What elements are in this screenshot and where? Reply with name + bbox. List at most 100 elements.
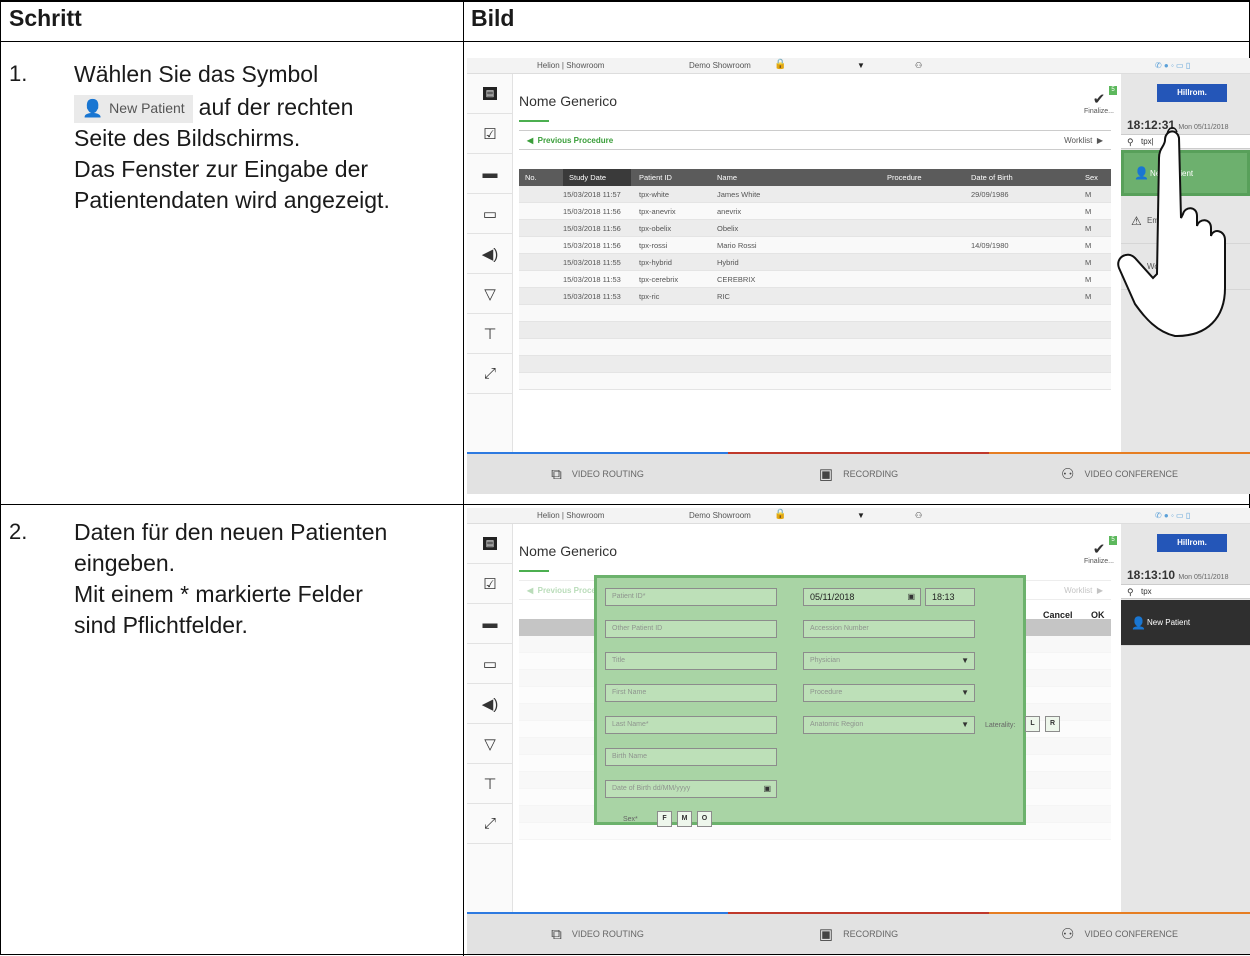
cancel-button[interactable]: Cancel [1043,610,1073,620]
other-patient-id-field[interactable]: Other Patient ID [605,620,777,638]
video-routing-tab[interactable]: ⧉ VIDEO ROUTING [467,912,728,954]
sex-o-button[interactable]: O [697,811,712,827]
video-conference-tab[interactable]: ⚇ VIDEO CONFERENCE [989,912,1250,954]
table-cell: Mario Rossi [717,241,757,250]
sex-m-button[interactable]: M [677,811,692,827]
new-patient-button[interactable]: 👤New Patient [1121,600,1250,646]
table-cell: tpx-white [639,190,670,199]
ok-button[interactable]: OK [1091,610,1105,620]
worklist-nav-bar: ◀ Previous Procedure Worklist ▶ [519,130,1111,150]
screenshot-worklist: Helion | Showroom Demo Showroom 🔒 ▼ ⚇ ✆ … [467,58,1250,494]
patient-card-icon[interactable]: ▤ [467,74,513,114]
table-row[interactable]: 15/03/2018 11:56 tpx-anevrix anevrix M [519,203,1111,220]
video-conference-tab[interactable]: ⚇ VIDEO CONFERENCE [989,452,1250,494]
laterality-r-button[interactable]: R [1045,716,1060,732]
table-row[interactable] [519,322,1111,339]
column-header[interactable]: Date of Birth [971,173,1013,182]
chevron-down-icon: ▼ [961,688,969,697]
recording-tab[interactable]: ▣ RECORDING [728,912,989,954]
date-field[interactable]: 05/11/2018 ▣ [803,588,921,606]
video-routing-tab[interactable]: ⧉ VIDEO ROUTING [467,452,728,494]
checklist-icon[interactable]: ☑ [467,114,513,154]
expand-icon[interactable]: ⤢ [467,804,513,844]
anatomic-region-select[interactable]: Anatomic Region ▼ [803,716,975,734]
chevron-down-icon[interactable]: ▼ [857,511,865,520]
sex-label: Sex* [623,816,638,823]
column-header[interactable]: Sex [1085,173,1098,182]
date-of-birth-field[interactable]: Date of Birth dd/MM/yyyy ▣ [605,780,777,798]
surgical-light-icon[interactable]: ▽ [467,274,513,314]
title-field[interactable]: Title [605,652,777,670]
table-cell: 29/09/1986 [971,190,1009,199]
date-value: 05/11/2018 [810,592,855,602]
worklist-table: No. Study Date Patient ID Name Procedure… [519,169,1111,390]
speaker-icon[interactable]: ◀) [467,234,513,274]
table-row[interactable]: 15/03/2018 11:53 tpx-ric RIC M [519,288,1111,305]
table-row[interactable] [519,823,1111,840]
step-text-line: Daten für den neuen Patienten [74,519,388,545]
previous-procedure-link[interactable]: ◀ Previous Procedure [527,136,613,145]
expand-icon[interactable]: ⤢ [467,354,513,394]
chevron-down-icon[interactable]: ▼ [857,61,865,70]
table-cell: 15/03/2018 11:53 [563,292,621,301]
step-text-line: Seite des Bildschirms. [74,125,301,151]
date-of-birth-placeholder: Date of Birth dd/MM/yyyy [612,785,691,792]
table-icon[interactable]: ⊤ [467,314,513,354]
column-header[interactable]: Name [717,173,737,182]
patient-card-icon[interactable]: ▤ [467,524,513,564]
table-cell: 15/03/2018 11:55 [563,258,621,267]
time-field[interactable]: 18:13 [925,588,975,606]
column-header[interactable]: Procedure [887,173,922,182]
table-icon[interactable]: ⊤ [467,764,513,804]
checklist-icon[interactable]: ☑ [467,564,513,604]
table-cell: tpx-rossi [639,241,668,250]
recording-tab[interactable]: ▣ RECORDING [728,452,989,494]
last-name-field[interactable]: Last Name* [605,716,777,734]
table-row[interactable]: 15/03/2018 11:55 tpx-hybrid Hybrid M [519,254,1111,271]
column-header[interactable]: Patient ID [639,173,672,182]
row-divider [1,504,1250,505]
hillrom-logo: Hillrom. [1157,84,1227,102]
column-header[interactable]: No. [525,173,537,182]
accession-number-field[interactable]: Accession Number [803,620,975,638]
speaker-icon[interactable]: ◀) [467,684,513,724]
left-sidebar: ▤ ☑ ▬ ▭ ◀) ▽ ⊤ ⤢ [467,524,513,912]
sex-f-button[interactable]: F [657,811,672,827]
table-row[interactable]: 15/03/2018 11:53 tpx-cerebrix CEREBRIX M [519,271,1111,288]
physician-select[interactable]: Physician ▼ [803,652,975,670]
patient-id-field[interactable]: Patient ID* [605,588,777,606]
birth-name-field[interactable]: Birth Name [605,748,777,766]
lock-icon[interactable]: 🔒 [774,59,786,70]
table-row[interactable]: 15/03/2018 11:56 tpx-rossi Mario Rossi 14/0… [519,237,1111,254]
step-text-line: Wählen Sie das Symbol [74,61,319,87]
procedure-select[interactable]: Procedure ▼ [803,684,975,702]
search-input[interactable]: ⚲ tpx [1121,584,1250,599]
table-row[interactable] [519,373,1111,390]
table-row[interactable]: 15/03/2018 11:57 tpx-white James White 29/0… [519,186,1111,203]
monitor-icon[interactable]: ▭ [467,194,513,234]
surgical-light-icon[interactable]: ▽ [467,724,513,764]
table-row[interactable] [519,305,1111,322]
calendar-icon[interactable]: ▣ [907,592,915,601]
laterality-l-button[interactable]: L [1025,716,1040,732]
column-header[interactable]: Study Date [563,169,631,186]
recording-label: RECORDING [843,469,899,479]
stack-icon[interactable]: ▬ [467,154,513,194]
table-cell: tpx-anevrix [639,207,676,216]
lock-icon[interactable]: 🔒 [774,509,786,520]
monitor-icon[interactable]: ▭ [467,644,513,684]
network-icon[interactable]: ⚇ [915,61,922,70]
stack-icon[interactable]: ▬ [467,604,513,644]
room-label: Demo Showroom [689,61,751,70]
video-conference-icon: ⚇ [1061,466,1075,483]
calendar-icon[interactable]: ▣ [763,784,771,793]
table-row[interactable] [519,339,1111,356]
finalize-badge: 5 [1109,536,1117,545]
first-name-field[interactable]: First Name [605,684,777,702]
table-row[interactable] [519,356,1111,373]
table-cell: M [1085,258,1092,267]
worklist-link[interactable]: Worklist ▶ [1064,136,1103,145]
table-row[interactable]: 15/03/2018 11:56 tpx-obelix Obelix M [519,220,1111,237]
table-cell: tpx-cerebrix [639,275,679,284]
network-icon[interactable]: ⚇ [915,511,922,520]
